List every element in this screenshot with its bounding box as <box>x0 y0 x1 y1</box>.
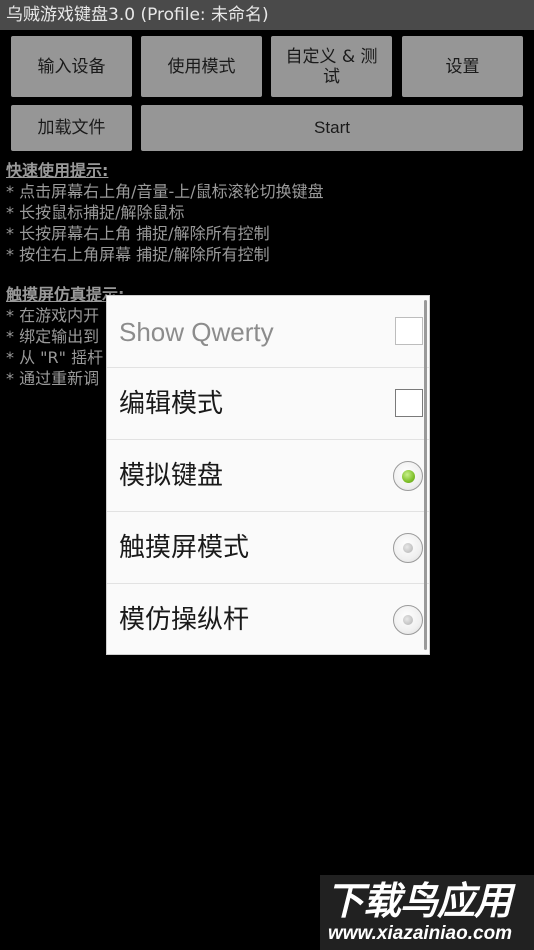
edit-mode-checkbox[interactable] <box>395 389 423 417</box>
input-device-button[interactable]: 输入设备 <box>11 36 132 97</box>
joystick-mode-radio[interactable] <box>393 605 423 635</box>
quick-tip-line: * 点击屏幕右上角/音量-上/鼠标滚轮切换键盘 <box>6 182 324 201</box>
app-screen: 乌贼游戏键盘3.0 (Profile: 未命名) 输入设备 使用模式 自定义 &… <box>0 0 534 950</box>
option-touchscreen-mode[interactable]: 触摸屏模式 <box>107 512 429 584</box>
dialog-scrollbar[interactable] <box>424 300 427 650</box>
custom-test-button[interactable]: 自定义 & 测试 <box>271 36 392 97</box>
option-label: 触摸屏模式 <box>119 533 250 563</box>
option-label: 模仿操纵杆 <box>119 605 250 635</box>
option-simulate-keyboard[interactable]: 模拟键盘 <box>107 440 429 512</box>
quick-tip-line: * 长按鼠标捕捉/解除鼠标 <box>6 203 185 222</box>
watermark-brand: 下载鸟应用 <box>326 879 512 923</box>
app-title: 乌贼游戏键盘3.0 (Profile: 未命名) <box>6 5 269 25</box>
quick-tips: 快速使用提示: * 点击屏幕右上角/音量-上/鼠标滚轮切换键盘 * 长按鼠标捕捉… <box>6 160 324 265</box>
quick-tip-line: * 按住右上角屏幕 捕捉/解除所有控制 <box>6 245 270 264</box>
mode-select-dialog: Show Qwerty 编辑模式 模拟键盘 触摸屏模式 模仿操纵杆 <box>106 295 430 655</box>
option-edit-mode[interactable]: 编辑模式 <box>107 368 429 440</box>
quick-tip-line: * 长按屏幕右上角 捕捉/解除所有控制 <box>6 224 270 243</box>
radio-dot-icon <box>401 469 415 483</box>
radio-dot-icon <box>403 543 413 553</box>
option-label: 模拟键盘 <box>119 461 224 491</box>
watermark-logo: 下载鸟应用 www.xiazainiao.com <box>320 875 534 950</box>
radio-dot-icon <box>403 615 413 625</box>
show-qwerty-checkbox[interactable] <box>395 317 423 345</box>
app-title-bar: 乌贼游戏键盘3.0 (Profile: 未命名) <box>0 0 534 30</box>
touchscreen-mode-radio[interactable] <box>393 533 423 563</box>
use-mode-button[interactable]: 使用模式 <box>141 36 262 97</box>
option-show-qwerty[interactable]: Show Qwerty <box>107 296 429 368</box>
start-button[interactable]: Start <box>141 105 523 151</box>
quick-tips-heading: 快速使用提示: <box>6 161 109 180</box>
option-label: Show Qwerty <box>119 317 274 347</box>
load-file-button[interactable]: 加载文件 <box>11 105 132 151</box>
watermark-url: www.xiazainiao.com <box>328 923 513 944</box>
settings-button[interactable]: 设置 <box>402 36 523 97</box>
option-label: 编辑模式 <box>119 389 224 419</box>
simulate-keyboard-radio[interactable] <box>393 461 423 491</box>
option-joystick-mode[interactable]: 模仿操纵杆 <box>107 584 429 654</box>
